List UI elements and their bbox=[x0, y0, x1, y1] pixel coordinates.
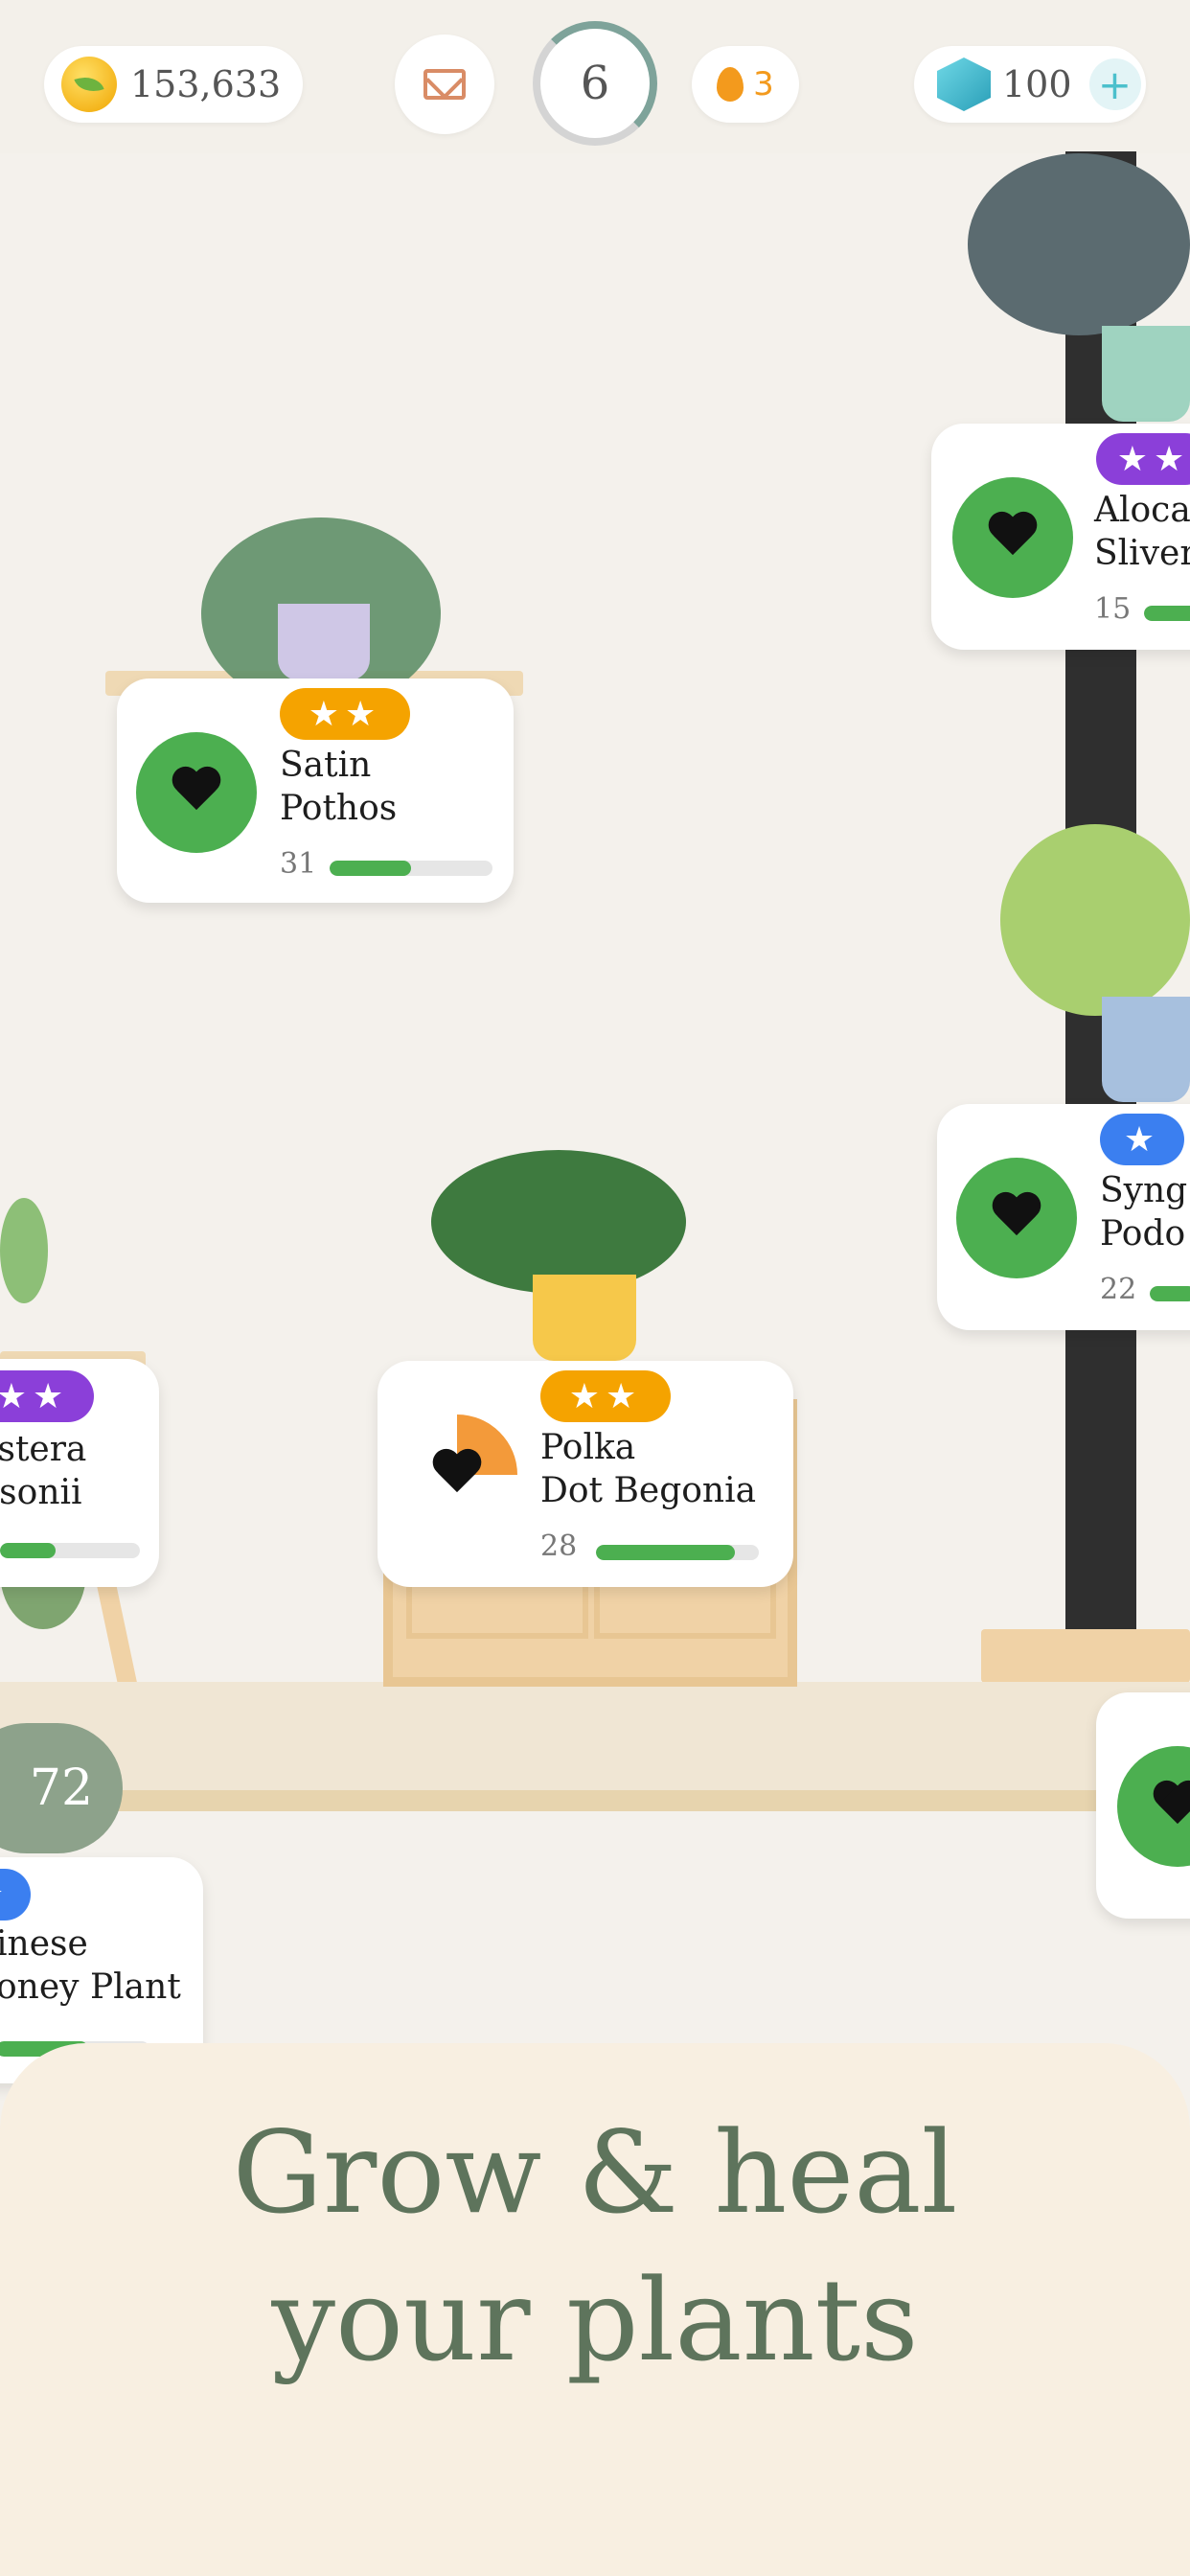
floor-shelf-edge bbox=[0, 1790, 1190, 1811]
plant-card-alocasia[interactable]: ★★ Aloca Sliver 15 bbox=[931, 424, 1190, 650]
plant-room: 153,633 6 3 100 + ★★ Satin Pothos 31 ★★ … bbox=[0, 0, 1190, 2576]
promo-headline: Grow & heal your plants bbox=[232, 2106, 958, 2386]
alocasia-plant[interactable] bbox=[968, 153, 1190, 335]
mail-button[interactable] bbox=[395, 34, 494, 134]
heart-icon bbox=[992, 1193, 1041, 1243]
polka-dot-begonia-plant[interactable] bbox=[431, 1150, 686, 1294]
plant-name: astera nsonii bbox=[0, 1430, 87, 1512]
plant-level: 22 bbox=[1100, 1273, 1137, 1306]
player-level[interactable]: 6 bbox=[533, 21, 657, 146]
plant-card-monstera[interactable]: ★★ astera nsonii bbox=[0, 1359, 159, 1587]
plant-name: Syng Podo bbox=[1100, 1171, 1188, 1254]
plant-card-partial[interactable] bbox=[1096, 1692, 1190, 1919]
plant-level: 28 bbox=[540, 1530, 578, 1563]
star-rating: ★★ bbox=[0, 1370, 94, 1422]
star-rating: ★★ bbox=[280, 688, 410, 740]
heart-icon bbox=[988, 513, 1038, 563]
pole-shelf bbox=[981, 1629, 1190, 1683]
gem-count: 100 bbox=[1002, 63, 1072, 105]
heart-icon bbox=[172, 768, 221, 817]
gem-icon bbox=[937, 58, 991, 111]
growth-bar-fill bbox=[0, 1543, 57, 1558]
star-rating: ★ bbox=[0, 1869, 31, 1920]
plant-level: 15 bbox=[1094, 592, 1132, 626]
growth-bar bbox=[1144, 606, 1190, 621]
mail-icon bbox=[423, 69, 466, 100]
monstera-plant[interactable] bbox=[0, 1198, 48, 1303]
plant-name: Satin Pothos bbox=[280, 746, 398, 828]
growth-bar bbox=[330, 861, 492, 876]
gem-balance[interactable]: 100 + bbox=[914, 46, 1146, 123]
heart-icon bbox=[432, 1450, 482, 1500]
star-rating: ★ bbox=[1100, 1114, 1184, 1165]
plant-card-polka-dot-begonia[interactable]: ★★ Polka Dot Begonia 28 bbox=[378, 1361, 793, 1587]
growth-bar bbox=[1150, 1286, 1190, 1301]
plant-level-badge: 72 bbox=[0, 1723, 123, 1853]
heart-icon bbox=[1153, 1782, 1190, 1831]
pot bbox=[1102, 326, 1190, 422]
plant-level: 31 bbox=[280, 847, 317, 881]
health-ring bbox=[136, 732, 257, 853]
coin-icon bbox=[61, 57, 117, 112]
plant-name: Aloca Sliver bbox=[1094, 491, 1190, 573]
health-ring bbox=[952, 477, 1073, 598]
health-ring bbox=[397, 1414, 517, 1535]
syngonium-plant[interactable] bbox=[1000, 824, 1190, 1016]
top-bar: 153,633 6 3 100 + bbox=[0, 0, 1190, 153]
health-ring bbox=[956, 1158, 1077, 1278]
flame-icon bbox=[717, 67, 744, 102]
growth-bar-fill bbox=[1144, 606, 1190, 621]
pot bbox=[278, 604, 370, 680]
coin-count: 153,633 bbox=[130, 63, 282, 105]
plant-card-satin-pothos[interactable]: ★★ Satin Pothos 31 bbox=[117, 678, 514, 903]
health-ring bbox=[1117, 1746, 1190, 1867]
stool-leg bbox=[96, 1580, 138, 1688]
pot bbox=[533, 1275, 636, 1361]
star-rating: ★★ bbox=[540, 1370, 671, 1422]
plant-name: Polka Dot Begonia bbox=[540, 1428, 757, 1510]
growth-bar-fill bbox=[596, 1545, 735, 1560]
growth-bar bbox=[596, 1545, 759, 1560]
growth-bar bbox=[0, 1543, 140, 1558]
add-gems-button[interactable]: + bbox=[1088, 58, 1141, 110]
coin-balance[interactable]: 153,633 bbox=[44, 46, 303, 123]
streak-counter[interactable]: 3 bbox=[692, 46, 799, 123]
plant-card-syngonium[interactable]: ★ Syng Podo 22 bbox=[937, 1104, 1190, 1330]
floor-shelf bbox=[0, 1682, 1190, 1806]
growth-bar-fill bbox=[1150, 1286, 1190, 1301]
growth-bar-fill bbox=[330, 861, 411, 876]
streak-count: 3 bbox=[753, 65, 774, 104]
pot bbox=[1102, 997, 1190, 1102]
star-rating: ★★ bbox=[1096, 433, 1190, 485]
plant-name: inese oney Plant bbox=[0, 1924, 181, 2007]
